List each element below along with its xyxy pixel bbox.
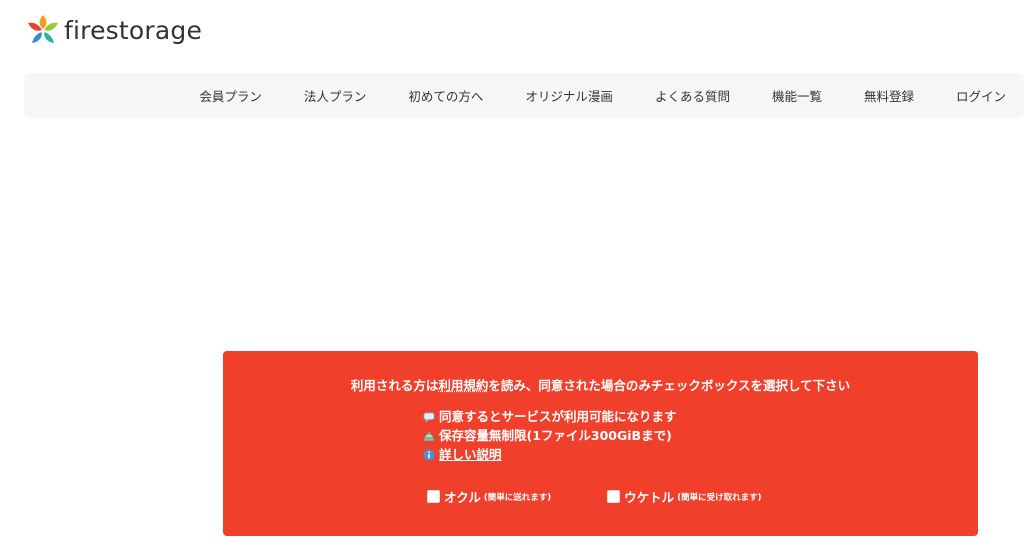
checkbox[interactable] [607,490,621,503]
nav-item-features[interactable]: 機能一覧 [772,86,822,105]
feature-item: 同意するとサービスが利用可能になります [423,407,677,426]
feature-item: 保存容量無制限(1ファイル300GiBまで) [423,426,677,445]
terms-agreement-panel: 利用される方は利用規約を読み、同意された場合のみチェックボックスを選択して下さい… [223,351,978,536]
uketoru-checkbox[interactable]: ウケトル (簡単に受け取れます) [607,487,761,506]
site-logo[interactable]: firestorage [24,10,202,50]
flame-logo-icon [28,15,58,43]
info-icon [423,449,435,460]
nav-item-member-plan[interactable]: 会員プラン [199,86,262,105]
terms-instruction: 利用される方は利用規約を読み、同意された場合のみチェックボックスを選択して下さい [350,378,851,393]
terms-link[interactable]: 利用規約 [438,378,488,393]
nav-item-original-manga[interactable]: オリジナル漫画 [525,86,613,105]
nav-item-corporate-plan[interactable]: 法人プラン [304,86,367,105]
feature-item: 詳しい説明 [423,445,677,464]
details-link[interactable]: 詳しい説明 [439,445,502,464]
agreement-checkboxes: オクル (簡単に送れます) ウケトル (簡単に受け取れます) [427,487,761,506]
checkbox[interactable] [427,490,440,503]
okuru-checkbox[interactable]: オクル (簡単に送れます) [427,487,551,506]
nav-item-first-time[interactable]: 初めての方へ [408,86,483,105]
nav-item-login[interactable]: ログイン [956,86,1006,105]
nav-item-faq[interactable]: よくある質問 [655,86,730,105]
nav-item-register[interactable]: 無料登録 [864,86,914,105]
nav-menu: 会員プラン 法人プラン 初めての方へ オリジナル漫画 よくある質問 機能一覧 無… [199,73,1006,118]
feature-list: 同意するとサービスが利用可能になります 保存容量無制限(1ファイル300GiBま… [423,407,677,464]
storage-icon [423,430,435,441]
top-navbar: 会員プラン 法人プラン 初めての方へ オリジナル漫画 よくある質問 機能一覧 無… [24,73,1024,118]
speech-bubble-icon [423,412,435,423]
logo-text: firestorage [64,15,203,45]
